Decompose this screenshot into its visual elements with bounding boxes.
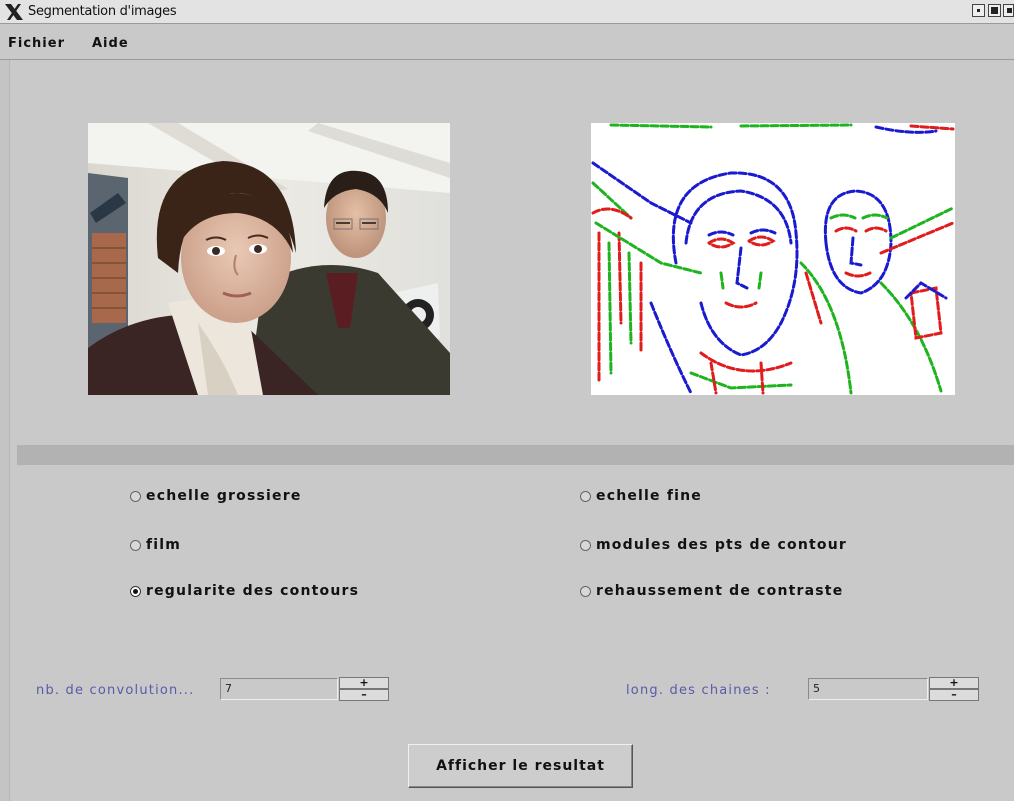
radio-label: echelle grossiere	[146, 488, 302, 504]
radio-echelle-grossiere[interactable]: echelle grossiere	[130, 488, 302, 504]
menu-aide[interactable]: Aide	[92, 36, 129, 51]
radio-modules-des-pts-de-contour[interactable]: modules des pts de contour	[580, 537, 847, 553]
radio-unchecked-icon	[130, 490, 141, 502]
source-image	[88, 123, 450, 395]
convolution-label: nb. de convolution...	[36, 683, 195, 698]
title-bar: Segmentation d'images	[0, 0, 1014, 24]
convolution-input[interactable]: 7	[220, 678, 338, 700]
chain-length-label: long. des chaines :	[626, 683, 771, 698]
radio-unchecked-icon	[580, 585, 591, 597]
radio-label: film	[146, 537, 182, 553]
chain-length-input[interactable]: 5	[808, 678, 928, 700]
radio-unchecked-icon	[580, 539, 591, 551]
close-icon[interactable]	[1003, 4, 1014, 17]
menu-bar: Fichier Aide	[0, 24, 1014, 60]
chain-length-stepper: + –	[929, 677, 979, 701]
minimize-icon[interactable]	[972, 4, 985, 17]
radio-film[interactable]: film	[130, 537, 181, 553]
convolution-decrement-button[interactable]: –	[339, 689, 389, 701]
x11-logo-icon	[5, 4, 23, 20]
convolution-stepper: + –	[339, 677, 389, 701]
panel-divider	[17, 445, 1014, 465]
radio-unchecked-icon	[580, 490, 591, 502]
menu-fichier[interactable]: Fichier	[8, 36, 65, 51]
window-title: Segmentation d'images	[28, 4, 177, 19]
chain-length-decrement-button[interactable]: –	[929, 689, 979, 701]
radio-label: regularite des contours	[146, 583, 360, 599]
radio-label: modules des pts de contour	[596, 537, 847, 553]
radio-echelle-fine[interactable]: echelle fine	[580, 488, 702, 504]
contour-result-image	[591, 123, 955, 395]
maximize-icon[interactable]	[988, 4, 1001, 17]
window-left-edge	[0, 60, 10, 801]
radio-unchecked-icon	[130, 539, 141, 551]
radio-regularite-des-contours[interactable]: regularite des contours	[130, 583, 359, 599]
radio-rehaussement-de-contraste[interactable]: rehaussement de contraste	[580, 583, 843, 599]
radio-label: echelle fine	[596, 488, 702, 504]
show-result-button[interactable]: Afficher le resultat	[408, 744, 633, 788]
radio-label: rehaussement de contraste	[596, 583, 844, 599]
radio-checked-icon	[130, 585, 141, 597]
